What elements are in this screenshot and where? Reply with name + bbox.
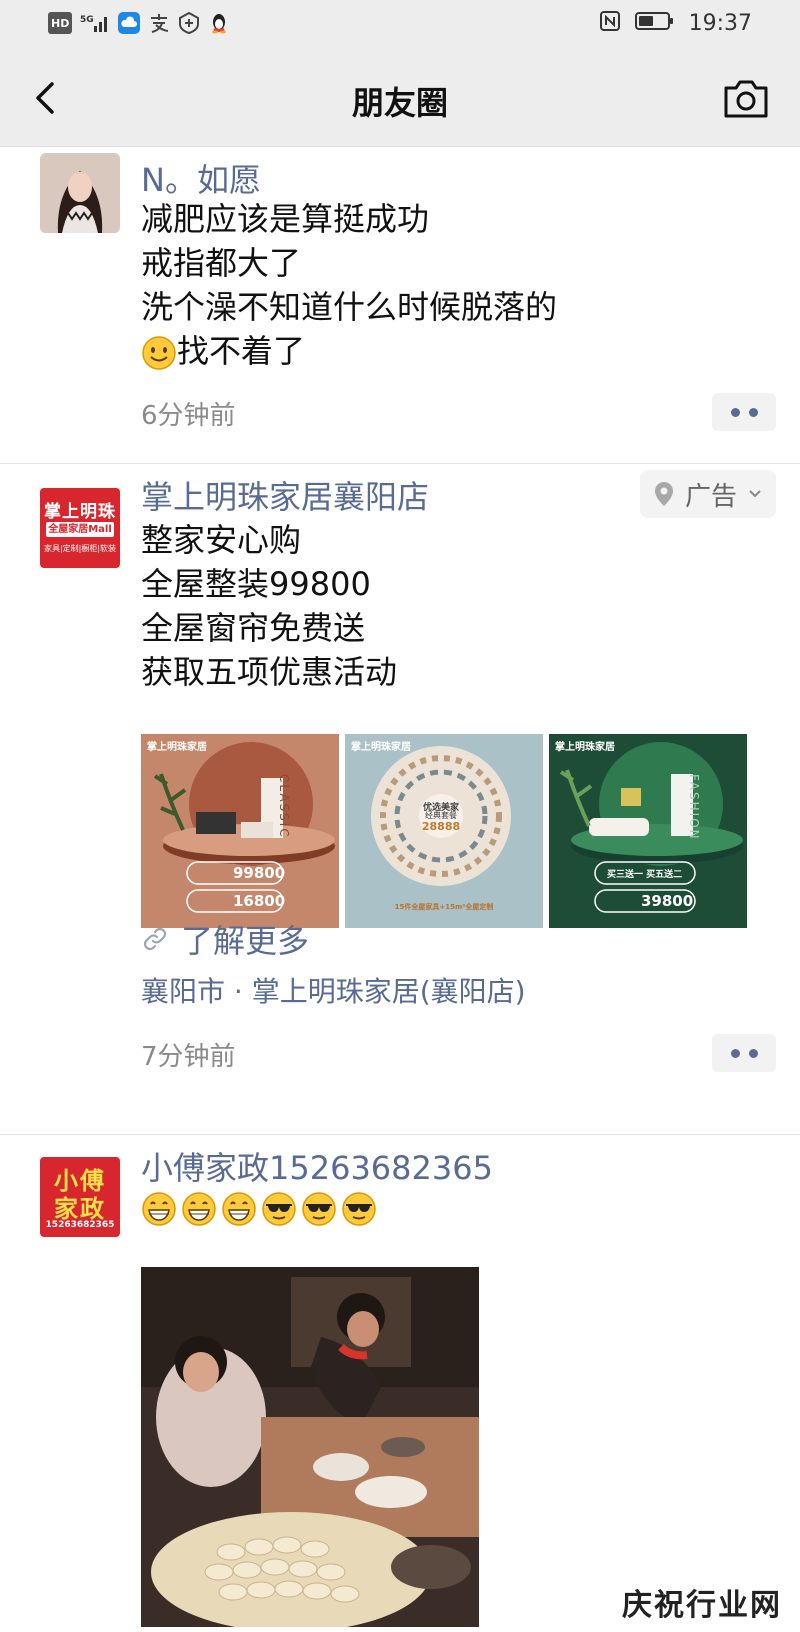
post-photo[interactable] xyxy=(141,1267,479,1627)
post-author[interactable]: 小傅家政15263682365 xyxy=(141,1143,493,1189)
ad-image-side-text: FASHION xyxy=(687,774,701,841)
more-actions-button[interactable] xyxy=(712,393,776,431)
grin-emoji-icon xyxy=(182,1192,216,1226)
learn-more-link[interactable]: 了解更多 xyxy=(141,916,309,962)
sunglasses-emoji-icon xyxy=(262,1192,296,1226)
avatar-line2: 家政 xyxy=(54,1195,106,1223)
grin-emoji-icon xyxy=(222,1192,256,1226)
location-text[interactable]: 襄阳市 · 掌上明珠家居(襄阳店) xyxy=(141,970,526,1010)
clock: 19:37 xyxy=(688,10,752,36)
svg-text:5G: 5G xyxy=(80,15,94,25)
camera-button[interactable] xyxy=(722,76,770,120)
post-author[interactable]: 掌上明珠家居襄阳店 xyxy=(141,472,429,518)
hd-icon: HD xyxy=(48,12,73,34)
ad-image[interactable]: 掌上明珠家居 CLASSIC 99800 16800 xyxy=(141,734,339,928)
avatar-sub: 全屋家居Mall xyxy=(46,522,114,537)
dot-icon xyxy=(748,1048,758,1058)
ad-image[interactable]: 掌上明珠家居 FASHION 买三送一 买五送二 39800 xyxy=(549,734,747,928)
ad-image-grid: 掌上明珠家居 CLASSIC 99800 16800 掌上明珠家居 优选美家 经… xyxy=(141,734,749,928)
post-text-line: 戒指都大了 xyxy=(141,244,302,282)
post-text-line: 全屋窗帘免费送 xyxy=(141,609,366,647)
post-text-line: 洗个澡不知道什么时候脱落的 xyxy=(141,288,558,326)
avatar-phone: 15263682365 xyxy=(45,1220,115,1230)
avatar[interactable]: 小傅 家政 15263682365 xyxy=(40,1157,120,1237)
post-time: 7分钟前 xyxy=(141,1042,236,1072)
watermark: 庆祝行业网 xyxy=(622,1588,782,1623)
nav-bar: 朋友圈 xyxy=(0,50,800,147)
grin-emoji-icon xyxy=(142,1192,176,1226)
ad-image-brand: 掌上明珠家居 xyxy=(147,742,207,753)
post-text-line: 减肥应该是算挺成功 xyxy=(141,200,430,238)
emoji-row xyxy=(141,1191,377,1227)
smile-emoji-icon xyxy=(142,336,176,370)
moment-post: 小傅 家政 15263682365 小傅家政15263682365 xyxy=(0,1135,800,1632)
post-text-line: 获取五项优惠活动 xyxy=(141,653,398,691)
post-text-line: 整家安心购 xyxy=(141,521,302,559)
camera-icon xyxy=(724,80,768,118)
avatar-tags: 家具|定制|橱柜|软装 xyxy=(43,544,117,553)
avatar-photo xyxy=(40,153,120,233)
dumpling-photo-art xyxy=(141,1267,479,1627)
dot-icon xyxy=(730,1048,740,1058)
alipay-icon xyxy=(148,12,170,34)
post-author[interactable]: N。如愿 xyxy=(141,155,261,201)
cloud-icon xyxy=(118,12,141,34)
ad-image-price: 16800 xyxy=(233,892,286,910)
ad-image-brand: 掌上明珠家居 xyxy=(351,742,411,753)
post-text-segment: 找不着了 xyxy=(177,332,306,370)
ad-label: 广告 xyxy=(684,481,737,512)
link-icon xyxy=(143,927,167,951)
ad-image-center-price: 28888 xyxy=(421,820,461,833)
ad-badge[interactable]: 广告 xyxy=(640,470,776,518)
battery-icon xyxy=(634,10,675,36)
shield-icon xyxy=(178,12,200,34)
dot-icon xyxy=(748,407,758,417)
post-text-line: 全屋整装99800 xyxy=(141,565,371,603)
sunglasses-emoji-icon xyxy=(342,1192,376,1226)
ad-image-footer: 15件全屋家具+15m²全屋定制 xyxy=(394,903,494,911)
ad-image-side-text: CLASSIC xyxy=(277,774,291,839)
avatar-brand: 掌上明珠 xyxy=(44,502,116,522)
ad-image-tag: 买三送一 买五送二 xyxy=(607,870,683,880)
ad-image[interactable]: 掌上明珠家居 优选美家 经典套餐 28888 15件全屋家具+15m²全屋定制 xyxy=(345,734,543,928)
qq-icon xyxy=(208,12,230,34)
sunglasses-emoji-icon xyxy=(302,1192,336,1226)
location-pin-icon xyxy=(654,482,673,506)
moment-post: N。如愿 减肥应该是算挺成功 戒指都大了 洗个澡不知道什么时候脱落的 找不着了 … xyxy=(0,147,800,464)
post-text-line-with-emoji: 找不着了 xyxy=(141,329,305,373)
ad-image-price: 39800 xyxy=(641,892,694,910)
avatar[interactable]: 掌上明珠 全屋家居Mall 家具|定制|橱柜|软装 xyxy=(40,488,120,568)
more-actions-button[interactable] xyxy=(712,1034,776,1072)
page-title: 朋友圈 xyxy=(351,84,448,122)
moment-post-ad: 掌上明珠 全屋家居Mall 家具|定制|橱柜|软装 掌上明珠家居襄阳店 广告 整… xyxy=(0,464,800,1135)
dot-icon xyxy=(730,407,740,417)
ad-image-price: 99800 xyxy=(233,864,286,882)
chevron-down-icon xyxy=(749,490,761,498)
signal-5g-icon: 5G xyxy=(80,12,110,34)
nfc-icon xyxy=(599,10,621,36)
post-time: 6分钟前 xyxy=(141,401,236,431)
learn-more-label: 了解更多 xyxy=(181,922,310,960)
avatar[interactable] xyxy=(40,153,120,233)
status-bar: HD 5G 19:37 xyxy=(0,0,800,50)
ad-image-brand: 掌上明珠家居 xyxy=(555,742,615,753)
